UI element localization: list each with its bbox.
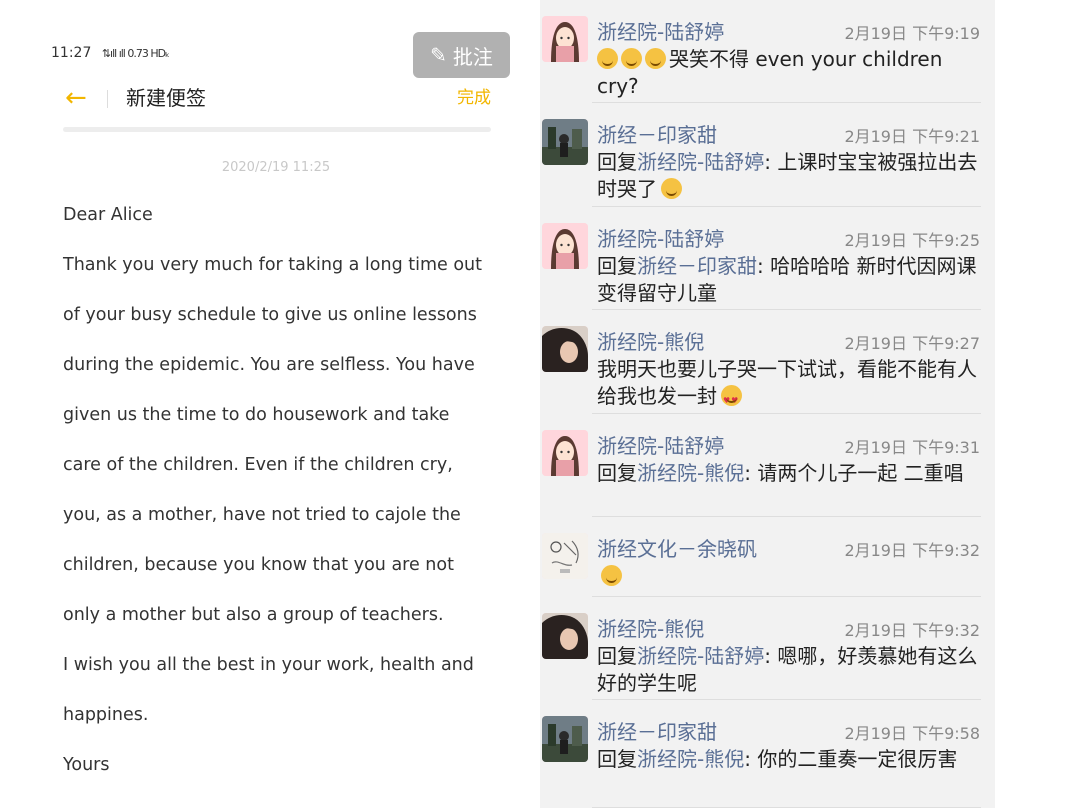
sender-name[interactable]: 浙经院-陆舒婷 [597,430,724,459]
note-line: Thank you very much for taking a long ti… [63,255,483,275]
toolbar-divider [107,90,108,108]
note-line: during the epidemic. You are selfless. Y… [63,355,475,375]
note-line: Yours [63,755,110,775]
message-body: 哭笑不得 even your children cry? [597,46,982,100]
annotate-label: 批注 [452,44,493,69]
reply-to-name[interactable]: 浙经院-陆舒婷 [637,644,764,668]
avatar[interactable] [542,16,588,62]
crying-laughing-emoji-icon [597,48,618,69]
reply-prefix: 回复 [597,254,637,278]
message-text: : 你的二重奏一定很厉害 [744,747,958,771]
message-body: 我明天也要儿子哭一下试试，看能不能有人给我也发一封 [597,356,982,414]
heart-eyes-emoji-icon [721,385,742,414]
blank-margin [995,0,1080,808]
avatar[interactable] [542,326,588,372]
chat-message[interactable]: 浙经院-熊倪 2月19日 下午9:27 我明天也要儿子哭一下试试，看能不能有人给我也… [540,310,995,414]
message-timestamp: 2月19日 下午9:32 [844,541,980,560]
done-button[interactable]: 完成 [457,82,491,114]
thinking-emoji-icon [601,565,622,586]
message-timestamp: 2月19日 下午9:58 [844,724,980,743]
reply-prefix: 回复 [597,644,637,668]
crying-laughing-emoji-icon [645,48,666,69]
reply-to-name[interactable]: 浙经院-熊倪 [637,747,744,771]
avatar[interactable] [542,430,588,476]
note-toolbar: ← 新建便签 完成 [63,82,491,114]
message-body: 回复浙经院-熊倪: 请两个儿子一起 二重唱 [597,460,982,487]
note-line: of your busy schedule to give us online … [63,305,477,325]
message-timestamp: 2月19日 下午9:21 [844,127,980,146]
sender-name[interactable]: 浙经－印家甜 [597,119,717,148]
crying-laughing-emoji-icon [621,48,642,69]
reply-to-name[interactable]: 浙经院-熊倪 [637,461,744,485]
sender-name[interactable]: 浙经院-陆舒婷 [597,223,724,252]
note-line: I wish you all the best in your work, he… [63,655,474,675]
sender-name[interactable]: 浙经院-熊倪 [597,326,704,355]
message-timestamp: 2月19日 下午9:25 [844,231,980,250]
message-body: 回复浙经院-熊倪: 你的二重奏一定很厉害 [597,746,982,773]
avatar[interactable] [542,613,588,659]
sender-name[interactable]: 浙经院-熊倪 [597,613,704,642]
message-timestamp: 2月19日 下午9:32 [844,621,980,640]
chat-message[interactable]: 浙经－印家甜 2月19日 下午9:21 回复浙经院-陆舒婷: 上课时宝宝被强拉出去时… [540,103,995,207]
chat-message[interactable]: 浙经院-陆舒婷 2月19日 下午9:31 回复浙经院-熊倪: 请两个儿子一起 二重唱 [540,414,995,517]
avatar[interactable] [542,533,588,579]
back-arrow-icon[interactable]: ← [65,82,87,114]
note-date: 2020/2/19 11:25 [221,160,331,175]
chat-message[interactable]: 浙经院-熊倪 2月19日 下午9:32 回复浙经院-陆舒婷: 嗯哪，好羡慕她有这么好… [540,597,995,700]
reply-prefix: 回复 [597,150,637,174]
reply-prefix: 回复 [597,747,637,771]
message-body: 回复浙经－印家甜: 哈哈哈哈 新时代因网课变得留守儿童 [597,253,982,307]
note-line: happines. [63,705,149,725]
sender-name[interactable]: 浙经文化－余晓矾 [597,533,757,562]
signal-icons: ⇅ıll ıll 0.73 HDₖ [101,47,170,60]
message-timestamp: 2月19日 下午9:31 [844,438,980,457]
reply-to-name[interactable]: 浙经－印家甜 [637,254,757,278]
chat-message[interactable]: 浙经－印家甜 2月19日 下午9:58 回复浙经院-熊倪: 你的二重奏一定很厉害 [540,700,995,808]
reply-to-name[interactable]: 浙经院-陆舒婷 [637,150,764,174]
sender-name[interactable]: 浙经院-陆舒婷 [597,16,724,45]
note-line: care of the children. Even if the childr… [63,455,453,475]
reply-prefix: 回复 [597,461,637,485]
message-body: 回复浙经院-陆舒婷: 上课时宝宝被强拉出去时哭了 [597,149,982,203]
message-text: : 请两个儿子一起 二重唱 [744,461,964,485]
message-body: 回复浙经院-陆舒婷: 嗯哪，好羡慕她有这么好的学生呢 [597,643,982,697]
chat-panel: 浙经院-陆舒婷 2月19日 下午9:19 哭笑不得 even your childr… [540,0,995,808]
note-line: Dear Alice [63,205,153,225]
avatar[interactable] [542,119,588,165]
status-bar: 11:27 ⇅ıll ıll 0.73 HDₖ [51,45,170,61]
page-title: 新建便签 [126,86,206,110]
chat-message[interactable]: 浙经院-陆舒婷 2月19日 下午9:25 回复浙经－印家甜: 哈哈哈哈 新时代因网课… [540,207,995,310]
note-body[interactable]: Dear Alice Thank you very much for taking… [63,190,503,790]
annotate-button[interactable]: ✎ 批注 [413,32,510,78]
note-line: only a mother but also a group of teache… [63,605,444,625]
note-app-panel: 11:27 ⇅ıll ıll 0.73 HDₖ ✎ 批注 ← 新建便签 完成 2… [0,0,540,808]
chat-message[interactable]: 浙经院-陆舒婷 2月19日 下午9:19 哭笑不得 even your childr… [540,0,995,103]
avatar[interactable] [542,223,588,269]
toolbar-underline [63,127,491,132]
note-line: given us the time to do housework and ta… [63,405,450,425]
message-body [597,563,982,590]
message-timestamp: 2月19日 下午9:27 [844,334,980,353]
avatar[interactable] [542,716,588,762]
note-line: children, because you know that you are … [63,555,454,575]
pen-icon: ✎ [430,43,447,67]
message-text: 我明天也要儿子哭一下试试，看能不能有人给我也发一封 [597,357,977,408]
status-time: 11:27 [51,45,92,61]
chat-message[interactable]: 浙经文化－余晓矾 2月19日 下午9:32 [540,517,995,597]
note-line: you, as a mother, have not tried to cajo… [63,505,461,525]
joy-emoji-icon [661,178,682,199]
message-timestamp: 2月19日 下午9:19 [844,24,980,43]
sender-name[interactable]: 浙经－印家甜 [597,716,717,745]
